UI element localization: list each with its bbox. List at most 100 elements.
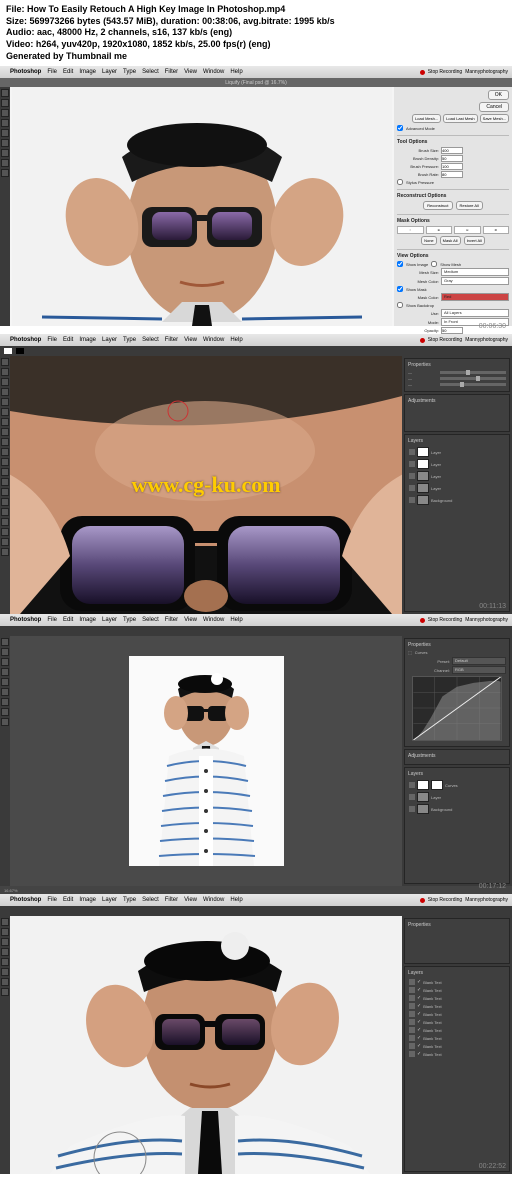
use-select[interactable]: All Layers	[441, 309, 509, 317]
menu-help[interactable]: Help	[230, 617, 242, 623]
menu-window[interactable]: Window	[203, 337, 224, 343]
eraser-tool-icon[interactable]	[1, 698, 9, 706]
layer-visibility-icon[interactable]	[409, 979, 415, 985]
zoom-tool-icon[interactable]	[1, 988, 9, 996]
curves-graph[interactable]	[412, 676, 502, 741]
show-image-checkbox[interactable]	[397, 261, 403, 267]
layer-visibility-icon[interactable]	[409, 1003, 415, 1009]
menu-filter[interactable]: Filter	[165, 69, 178, 75]
layer-row[interactable]: ✓Blank Text	[408, 994, 506, 1002]
stamp-tool-icon[interactable]	[1, 968, 9, 976]
pucker-tool-icon[interactable]	[1, 109, 9, 117]
menu-help[interactable]: Help	[230, 69, 242, 75]
layer-row[interactable]: ✓Blank Text	[408, 1018, 506, 1026]
menu-help[interactable]: Help	[230, 897, 242, 903]
menu-view[interactable]: View	[184, 617, 197, 623]
stop-recording[interactable]: Stop Recording	[428, 897, 462, 903]
brush-pressure-input[interactable]	[441, 163, 463, 170]
menu-filter[interactable]: Filter	[165, 897, 178, 903]
marquee-tool-icon[interactable]	[1, 928, 9, 936]
properties-panel-header[interactable]: Properties	[408, 642, 506, 648]
menu-file[interactable]: File	[47, 337, 57, 343]
restore-all-button[interactable]: Restore All	[456, 201, 483, 210]
liquify-ok-button[interactable]: OK	[488, 90, 509, 100]
layer-visibility-icon[interactable]	[409, 806, 415, 812]
stop-recording[interactable]: Stop Recording	[428, 617, 462, 623]
layer-visibility-icon[interactable]	[409, 1043, 415, 1049]
menu-file[interactable]: File	[47, 897, 57, 903]
save-mesh-button[interactable]: Save Mesh...	[480, 114, 509, 123]
layer-visibility-icon[interactable]	[409, 987, 415, 993]
menu-file[interactable]: File	[47, 69, 57, 75]
blur-tool-icon[interactable]	[1, 478, 9, 486]
freeze-mask-tool-icon[interactable]	[1, 139, 9, 147]
layer-row[interactable]: ✓Blank Text	[408, 1034, 506, 1042]
layer-visibility-icon[interactable]	[409, 497, 415, 503]
menu-image[interactable]: Image	[79, 69, 96, 75]
mask-add-icon[interactable]: ⊕	[426, 226, 453, 234]
record-icon[interactable]	[420, 898, 425, 903]
menu-layer[interactable]: Layer	[102, 337, 117, 343]
menu-type[interactable]: Type	[123, 337, 136, 343]
wand-tool-icon[interactable]	[1, 388, 9, 396]
mask-intersect-icon[interactable]: ⊗	[483, 226, 510, 234]
pen-tool-icon[interactable]	[1, 498, 9, 506]
reconstruct-tool-icon[interactable]	[1, 99, 9, 107]
layer-visibility-icon[interactable]	[409, 794, 415, 800]
adj-vibrance-icon[interactable]	[475, 406, 490, 416]
layer-visibility-icon[interactable]	[409, 1011, 415, 1017]
menu-type[interactable]: Type	[123, 897, 136, 903]
stamp-tool-icon[interactable]	[1, 688, 9, 696]
adjustments-panel-header[interactable]: Adjustments	[408, 398, 506, 404]
layer-row[interactable]: Background	[408, 803, 506, 815]
curves-preset-select[interactable]: Default	[452, 657, 506, 665]
app-name[interactable]: Photoshop	[10, 617, 41, 623]
move-tool-icon[interactable]	[1, 918, 9, 926]
mask-all-button[interactable]: Mask All	[440, 236, 461, 245]
record-icon[interactable]	[420, 70, 425, 75]
dodge-tool-icon[interactable]	[1, 488, 9, 496]
zoom-tool-icon[interactable]	[1, 169, 9, 177]
adj-channel-mixer-icon[interactable]	[441, 418, 456, 428]
app-name[interactable]: Photoshop	[10, 69, 41, 75]
mask-subtract-icon[interactable]: ⊖	[454, 226, 481, 234]
layers-panel-header[interactable]: Layers	[408, 438, 506, 444]
show-mask-checkbox[interactable]	[397, 286, 403, 292]
zoom-tool-icon[interactable]	[1, 548, 9, 556]
adj-bw-icon[interactable]	[408, 418, 423, 428]
lasso-tool-icon[interactable]	[1, 658, 9, 666]
layers-panel-header[interactable]: Layers	[408, 970, 506, 976]
marquee-tool-icon[interactable]	[1, 368, 9, 376]
move-tool-icon[interactable]	[1, 638, 9, 646]
push-left-tool-icon[interactable]	[1, 129, 9, 137]
adj-lookup-icon[interactable]	[458, 418, 473, 428]
layers-panel-header[interactable]: Layers	[408, 771, 506, 777]
record-icon[interactable]	[420, 618, 425, 623]
menu-view[interactable]: View	[184, 897, 197, 903]
layer-row[interactable]: Layer	[408, 482, 506, 494]
layer-visibility-icon[interactable]	[409, 1019, 415, 1025]
lasso-tool-icon[interactable]	[1, 378, 9, 386]
zoom-tool-icon[interactable]	[1, 718, 9, 726]
layer-row[interactable]: Layer	[408, 791, 506, 803]
layer-row[interactable]: ✓Blank Text	[408, 986, 506, 994]
healing-tool-icon[interactable]	[1, 418, 9, 426]
menu-window[interactable]: Window	[203, 617, 224, 623]
menu-filter[interactable]: Filter	[165, 337, 178, 343]
layer-row[interactable]: Background	[408, 494, 506, 506]
menu-select[interactable]: Select	[142, 897, 159, 903]
stop-recording[interactable]: Stop Recording	[428, 69, 462, 75]
brush-density-input[interactable]	[441, 155, 463, 162]
layer-visibility-icon[interactable]	[409, 461, 415, 467]
menu-edit[interactable]: Edit	[63, 897, 73, 903]
brush-tool-icon[interactable]	[1, 428, 9, 436]
adj-posterize-icon[interactable]	[491, 418, 506, 428]
type-tool-icon[interactable]	[1, 708, 9, 716]
menu-view[interactable]: View	[184, 69, 197, 75]
app-name[interactable]: Photoshop	[10, 337, 41, 343]
mask-color-select[interactable]: Red	[441, 293, 509, 301]
layer-visibility-icon[interactable]	[409, 485, 415, 491]
menu-image[interactable]: Image	[79, 617, 96, 623]
layer-row[interactable]: Layer	[408, 470, 506, 482]
mask-replace-icon[interactable]: ○	[397, 226, 424, 234]
